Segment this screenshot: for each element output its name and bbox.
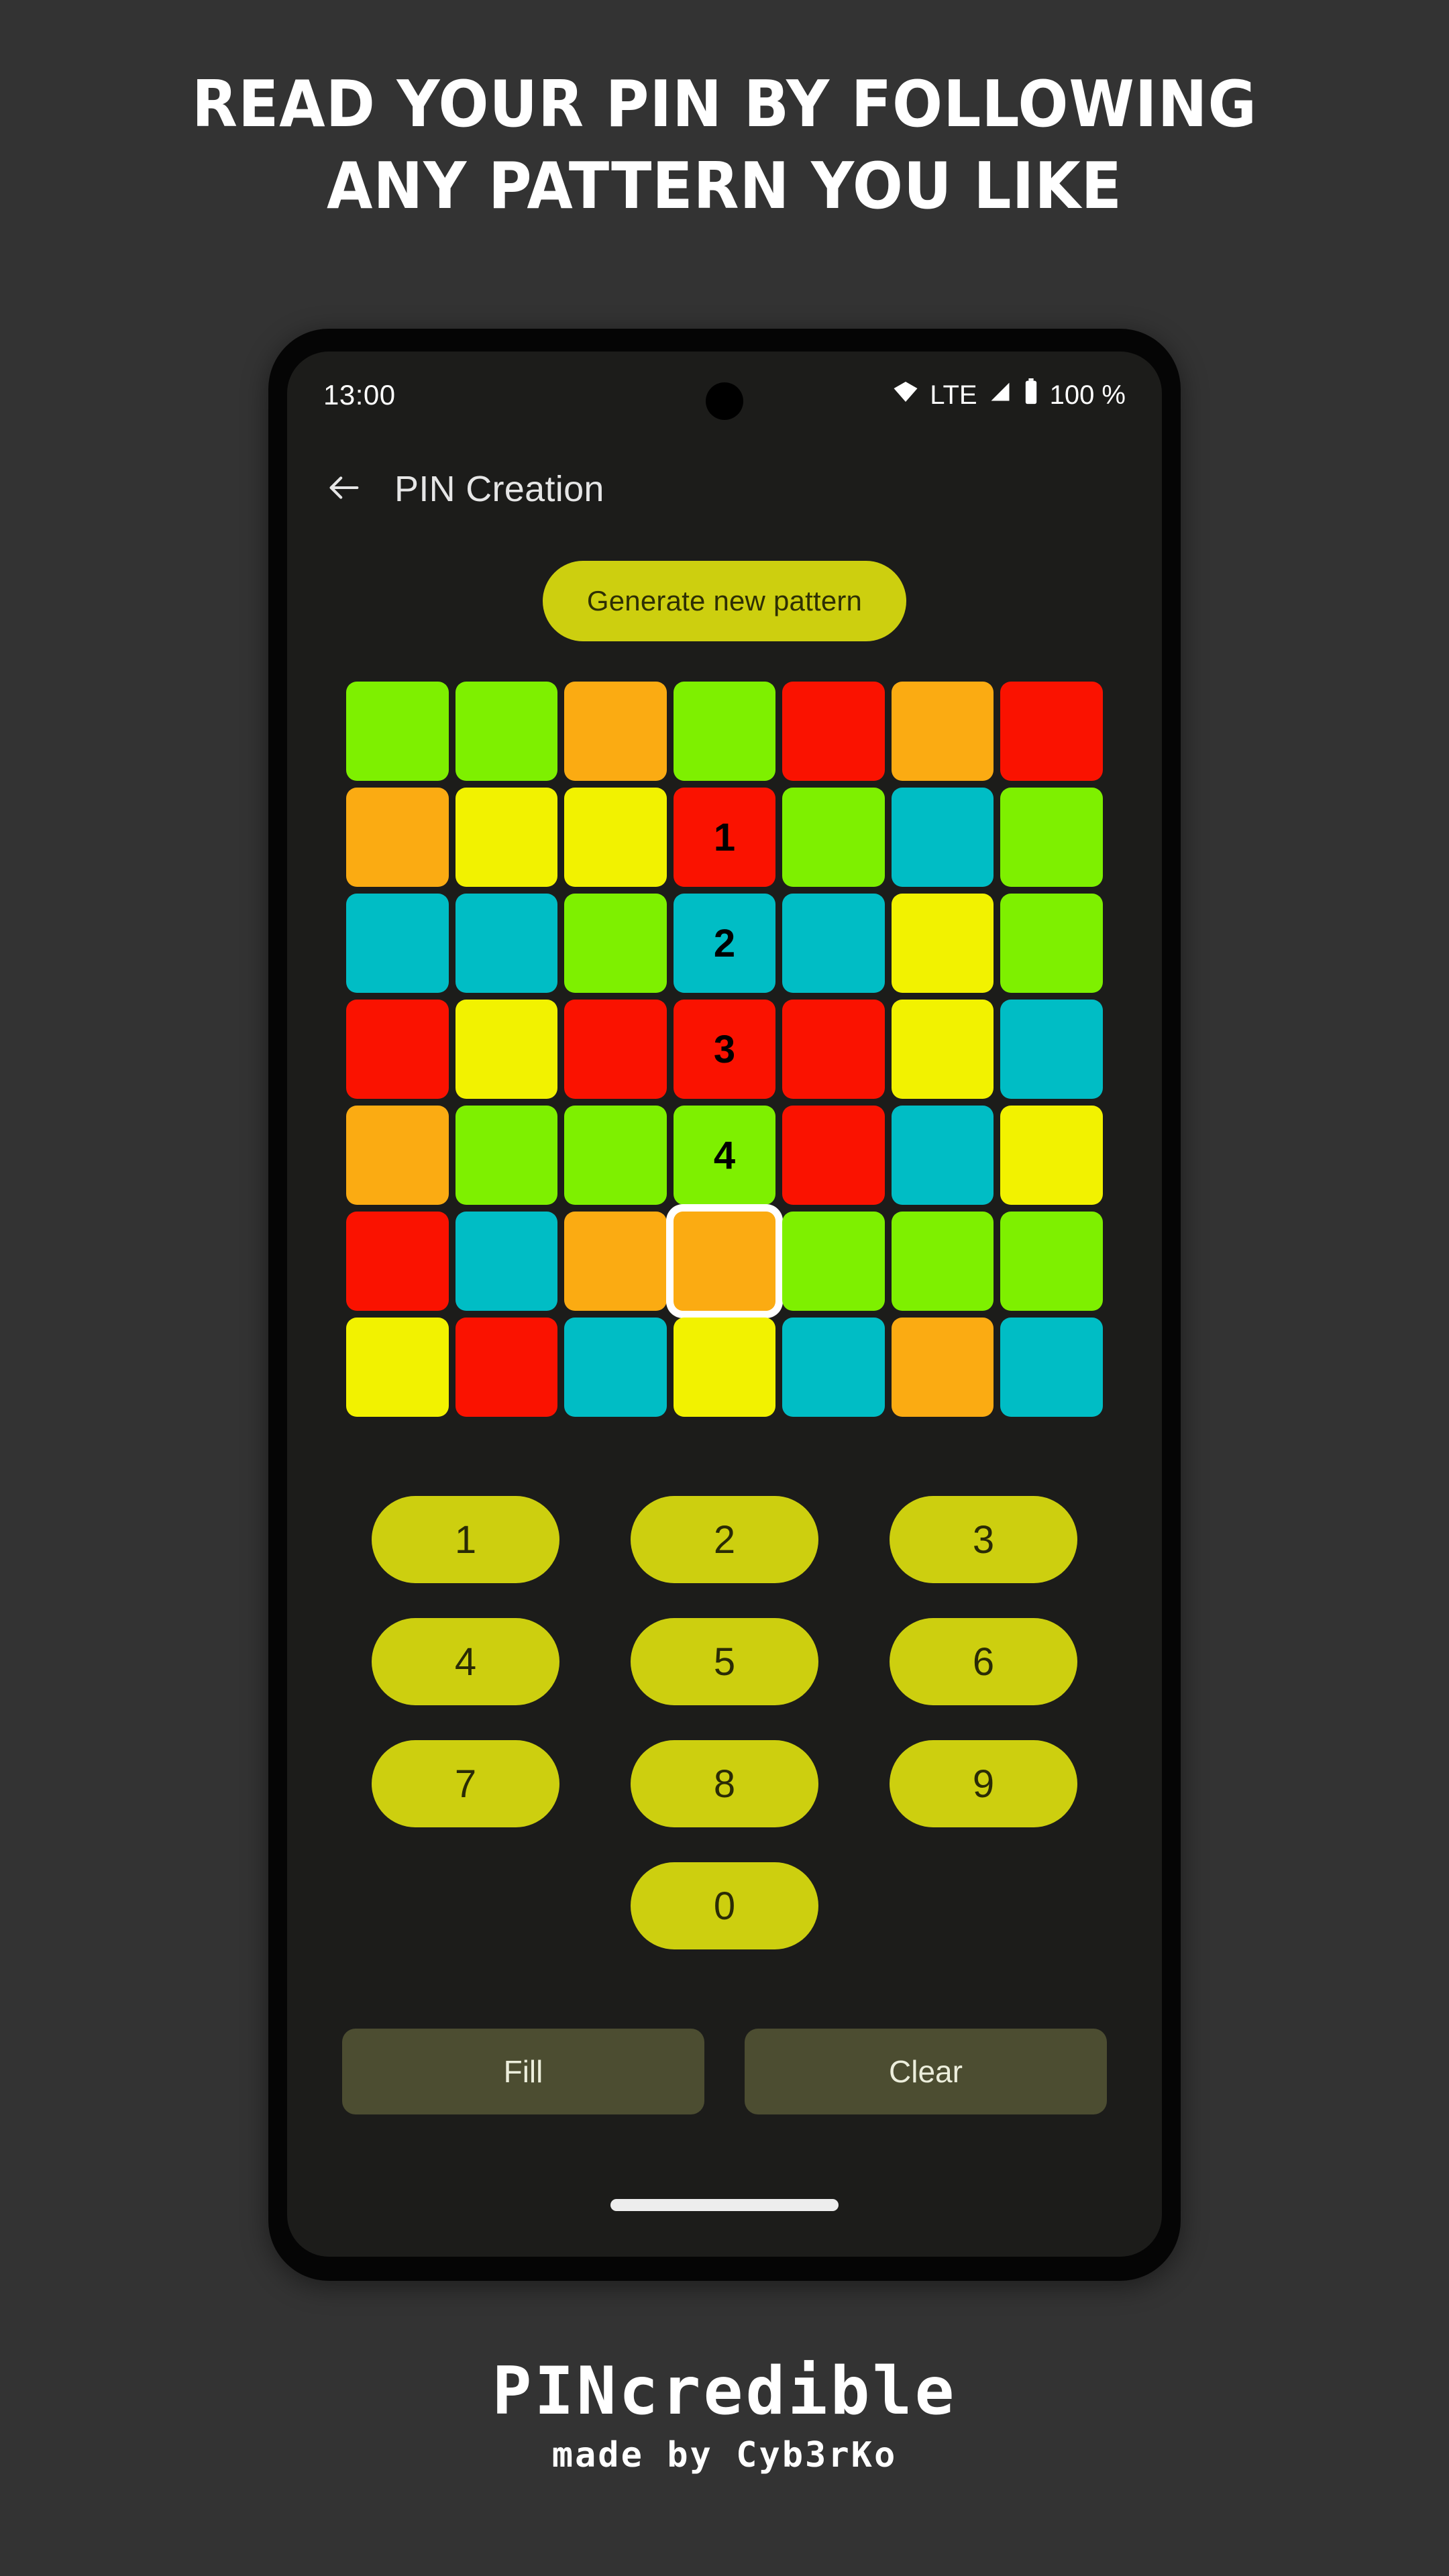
status-bar: 13:00 LTE 100 %: [287, 352, 1162, 439]
pattern-tile-r1-c5[interactable]: [782, 682, 885, 781]
keypad-key-3[interactable]: 3: [890, 1496, 1077, 1583]
pattern-tile-r1-c7[interactable]: [1000, 682, 1103, 781]
pattern-tile-r2-c7[interactable]: [1000, 788, 1103, 887]
pattern-tile-r7-c4[interactable]: [673, 1318, 776, 1417]
pattern-tile-r7-c6[interactable]: [891, 1318, 994, 1417]
pattern-tile-r5-c4[interactable]: 4: [673, 1106, 776, 1205]
keypad-key-1[interactable]: 1: [372, 1496, 559, 1583]
pattern-tile-r4-c3[interactable]: [564, 1000, 667, 1099]
pattern-tile-label: 3: [713, 1027, 736, 1071]
pattern-tile-r4-c6[interactable]: [891, 1000, 994, 1099]
keypad-key-6[interactable]: 6: [890, 1618, 1077, 1705]
network-type-label: LTE: [930, 380, 977, 410]
pattern-tile-r5-c2[interactable]: [455, 1106, 558, 1205]
signal-icon: [988, 380, 1012, 411]
pattern-tile-r7-c7[interactable]: [1000, 1318, 1103, 1417]
pattern-tile-r3-c7[interactable]: [1000, 894, 1103, 993]
pattern-tile-r2-c6[interactable]: [891, 788, 994, 887]
pattern-tile-r4-c5[interactable]: [782, 1000, 885, 1099]
promo-headline-line-1: Read your PIN by following: [192, 68, 1257, 142]
generate-pattern-row: Generate new pattern: [287, 561, 1162, 641]
pattern-tile-r3-c2[interactable]: [455, 894, 558, 993]
keypad-key-4[interactable]: 4: [372, 1618, 559, 1705]
back-button[interactable]: [323, 468, 365, 510]
numeric-keypad[interactable]: 123 456 7890: [359, 1496, 1090, 1949]
pattern-tile-r3-c5[interactable]: [782, 894, 885, 993]
clear-button[interactable]: Clear: [745, 2029, 1107, 2114]
pattern-tile-r2-c3[interactable]: [564, 788, 667, 887]
pattern-tile-r7-c5[interactable]: [782, 1318, 885, 1417]
promo-headline: Read your PIN by following any pattern y…: [51, 0, 1399, 227]
pattern-tile-r1-c2[interactable]: [455, 682, 558, 781]
keypad-key-2[interactable]: 2: [631, 1496, 818, 1583]
app-bar: PIN Creation: [287, 439, 1162, 539]
pattern-tile-r7-c1[interactable]: [346, 1318, 449, 1417]
arrow-left-icon: [325, 468, 364, 511]
action-button-row: Fill Clear: [342, 2029, 1107, 2114]
pattern-tile-r6-c5[interactable]: [782, 1212, 885, 1311]
pattern-tile-r2-c5[interactable]: [782, 788, 885, 887]
battery-percent-label: 100 %: [1049, 380, 1126, 410]
pattern-tile-r2-c4[interactable]: 1: [673, 788, 776, 887]
pattern-tile-label: 2: [713, 921, 736, 965]
pattern-tile-r3-c3[interactable]: [564, 894, 667, 993]
pattern-tile-r4-c1[interactable]: [346, 1000, 449, 1099]
pattern-tile-r5-c3[interactable]: [564, 1106, 667, 1205]
pattern-tile-r4-c4[interactable]: 3: [673, 1000, 776, 1099]
app-name: PINcredible: [492, 2353, 957, 2430]
pattern-tile-r3-c1[interactable]: [346, 894, 449, 993]
phone-screen: 13:00 LTE 100 % PIN Creation Generate ne…: [287, 352, 1162, 2257]
keypad-key-0[interactable]: 0: [631, 1862, 818, 1949]
phone-frame: 13:00 LTE 100 % PIN Creation Generate ne…: [268, 329, 1181, 2281]
pattern-tile-r6-c1[interactable]: [346, 1212, 449, 1311]
pattern-tile-r6-c2[interactable]: [455, 1212, 558, 1311]
keypad-key-8[interactable]: 8: [631, 1740, 818, 1827]
pattern-tile-r1-c1[interactable]: [346, 682, 449, 781]
battery-icon: [1023, 378, 1039, 412]
pattern-tile-r6-c4[interactable]: [673, 1212, 776, 1311]
generate-new-pattern-button[interactable]: Generate new pattern: [542, 561, 907, 641]
pattern-tile-r1-c4[interactable]: [673, 682, 776, 781]
pattern-tile-r6-c3[interactable]: [564, 1212, 667, 1311]
promo-headline-line-2: any pattern you like: [327, 149, 1122, 223]
pattern-grid[interactable]: 1 2 3 4: [346, 682, 1103, 1417]
app-credit: made by Cyb3rKo: [551, 2435, 898, 2475]
pattern-tile-r6-c6[interactable]: [891, 1212, 994, 1311]
pattern-tile-r2-c2[interactable]: [455, 788, 558, 887]
keypad-key-5[interactable]: 5: [631, 1618, 818, 1705]
fill-button[interactable]: Fill: [342, 2029, 704, 2114]
gesture-navigation-bar[interactable]: [610, 2199, 839, 2211]
status-bar-indicators: LTE 100 %: [892, 378, 1126, 412]
pattern-tile-r4-c2[interactable]: [455, 1000, 558, 1099]
front-camera-punch-hole: [706, 382, 743, 420]
keypad-key-7[interactable]: 7: [372, 1740, 559, 1827]
pattern-tile-r2-c1[interactable]: [346, 788, 449, 887]
pattern-tile-r5-c6[interactable]: [891, 1106, 994, 1205]
pattern-tile-r7-c3[interactable]: [564, 1318, 667, 1417]
pattern-tile-r1-c6[interactable]: [891, 682, 994, 781]
footer-branding: PINcredible made by Cyb3rKo: [0, 2353, 1449, 2475]
status-bar-clock: 13:00: [323, 379, 396, 411]
page-title: PIN Creation: [394, 469, 604, 509]
pattern-tile-r5-c1[interactable]: [346, 1106, 449, 1205]
pattern-tile-r4-c7[interactable]: [1000, 1000, 1103, 1099]
pattern-tile-r3-c6[interactable]: [891, 894, 994, 993]
wifi-icon: [892, 378, 919, 412]
pattern-tile-r6-c7[interactable]: [1000, 1212, 1103, 1311]
pattern-tile-r5-c7[interactable]: [1000, 1106, 1103, 1205]
pattern-tile-label: 1: [713, 815, 736, 859]
pattern-tile-r5-c5[interactable]: [782, 1106, 885, 1205]
pattern-tile-r1-c3[interactable]: [564, 682, 667, 781]
pattern-tile-r7-c2[interactable]: [455, 1318, 558, 1417]
keypad-key-9[interactable]: 9: [890, 1740, 1077, 1827]
pattern-tile-r3-c4[interactable]: 2: [673, 894, 776, 993]
pattern-tile-label: 4: [713, 1133, 736, 1177]
